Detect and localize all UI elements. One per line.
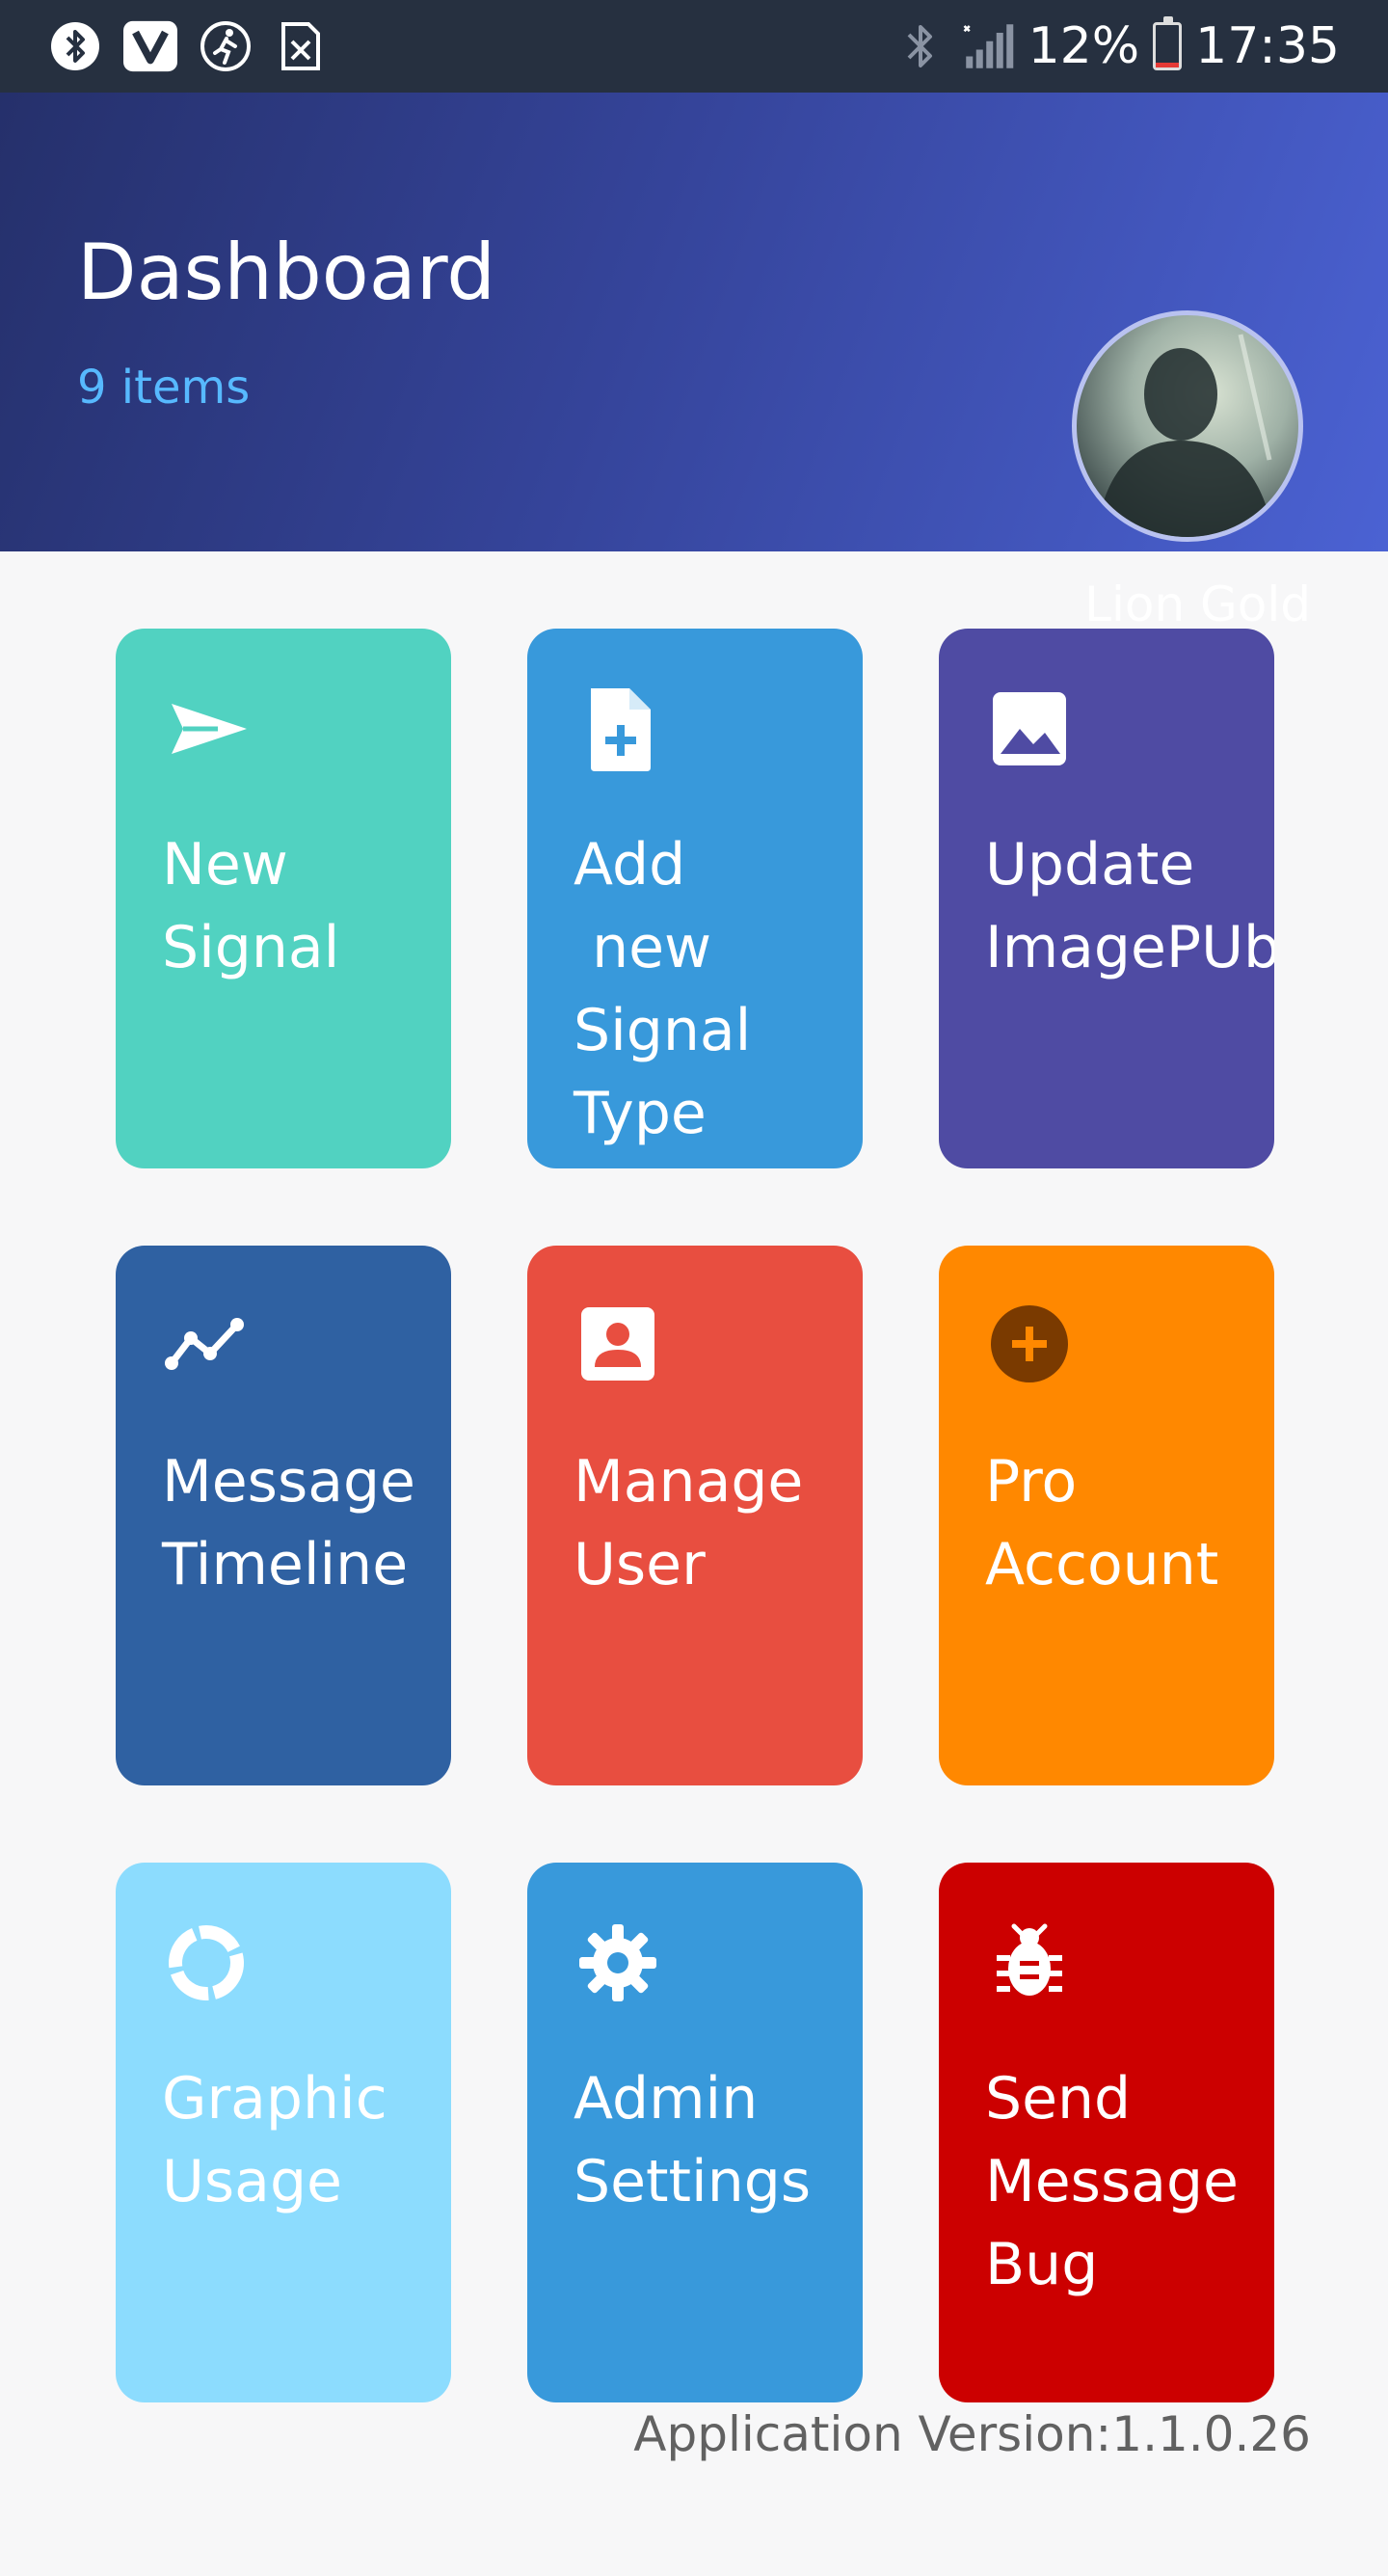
user-silhouette-icon: [1096, 334, 1274, 537]
sim-off-icon: [274, 19, 328, 73]
contact-card-icon: [574, 1300, 666, 1392]
trend-line-icon: [162, 1300, 254, 1392]
gear-icon: [574, 1917, 666, 2009]
tile-label: Message Timeline: [162, 1448, 415, 1598]
tile-label: Pro Account: [985, 1448, 1219, 1598]
donut-chart-icon: [162, 1917, 254, 2009]
battery-percent: 12%: [1028, 17, 1140, 75]
tile-label: Admin Settings: [574, 2065, 812, 2215]
system-icons: 12% 17:35: [894, 12, 1340, 81]
app-version: Application Version:1.1.0.26: [633, 2406, 1311, 2462]
pro-account-tile[interactable]: Pro Account: [939, 1246, 1274, 1785]
graphic-usage-tile[interactable]: Graphic Usage: [116, 1863, 451, 2402]
item-count: 9 items: [77, 361, 251, 415]
add-circle-icon: [985, 1300, 1078, 1392]
bluetooth-icon: [894, 19, 948, 73]
tile-label: Update ImagePUb: [985, 831, 1274, 981]
message-timeline-tile[interactable]: Message Timeline: [116, 1246, 451, 1785]
notification-icons: [48, 15, 328, 77]
tile-label: Send Message Bug: [985, 2065, 1239, 2298]
battery-icon: [1153, 16, 1183, 70]
username: Lion Gold: [1084, 577, 1311, 632]
image-icon: [985, 683, 1078, 775]
bug-icon: [985, 1917, 1078, 2009]
tile-label: Manage User: [574, 1448, 804, 1598]
tile-label: Add new Signal Type: [574, 831, 752, 1147]
dashboard-header: Dashboard 9 items Lion Gold: [0, 93, 1388, 632]
admin-settings-tile[interactable]: Admin Settings: [527, 1863, 863, 2402]
page-title: Dashboard: [77, 228, 496, 317]
avatar[interactable]: [1072, 310, 1303, 542]
new-signal-tile[interactable]: New Signal: [116, 629, 451, 1168]
file-add-icon: [574, 683, 666, 775]
manage-user-tile[interactable]: Manage User: [527, 1246, 863, 1785]
send-message-bug-tile[interactable]: Send Message Bug: [939, 1863, 1274, 2402]
add-signal-type-tile[interactable]: Add new Signal Type: [527, 629, 863, 1168]
send-icon: [162, 683, 254, 775]
clock: 17:35: [1195, 17, 1340, 75]
tile-label: Graphic Usage: [162, 2065, 387, 2215]
update-imagepub-tile[interactable]: Update ImagePUb: [939, 629, 1274, 1168]
tile-label: New Signal: [162, 831, 340, 981]
activity-icon: [199, 19, 253, 73]
signal-strength-icon: [961, 19, 1015, 73]
status-bar: 12% 17:35: [0, 0, 1388, 93]
vivaldi-icon: [123, 19, 177, 73]
battery-level: [1156, 62, 1180, 67]
bluetooth-circle-icon: [48, 19, 102, 73]
